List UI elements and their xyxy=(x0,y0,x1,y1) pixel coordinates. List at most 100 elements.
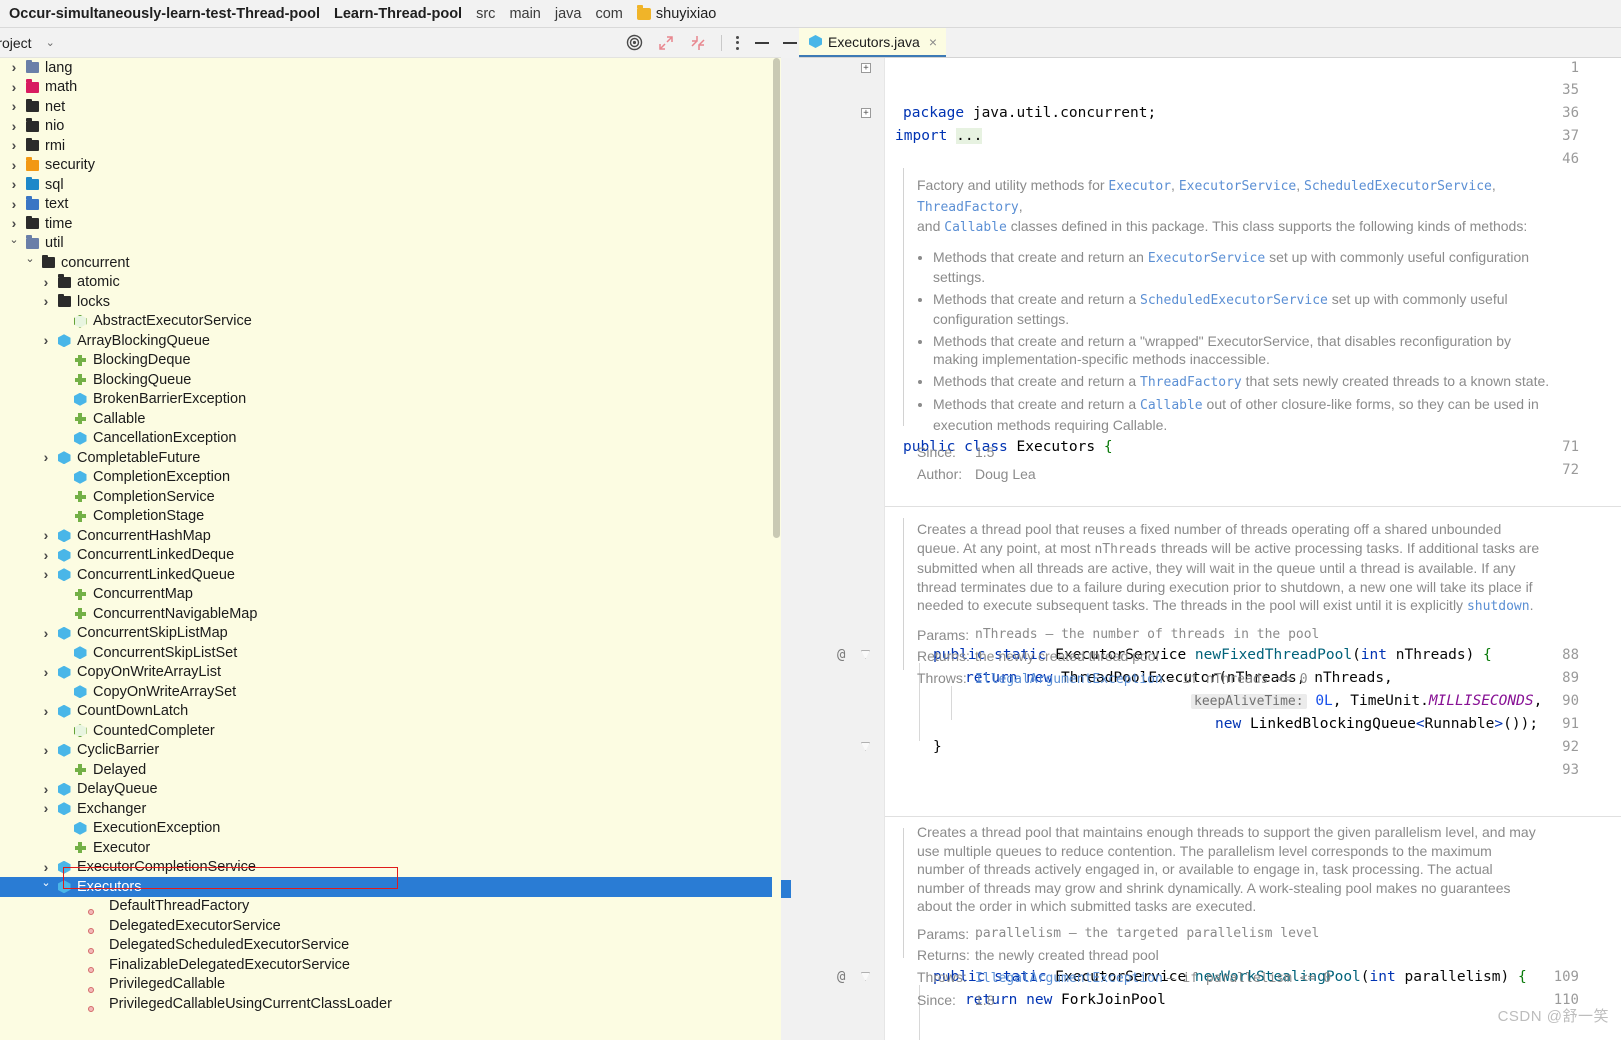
breadcrumb-item-com[interactable]: com xyxy=(588,6,629,22)
tree-item[interactable]: CancellationException xyxy=(0,429,781,449)
breadcrumb-item-project[interactable]: Occur-simultaneously-learn-test-Thread-p… xyxy=(2,6,327,22)
throws-link[interactable]: IllegalArgumentException xyxy=(975,971,1163,986)
expand-all-icon[interactable] xyxy=(657,34,675,52)
bullet-link[interactable]: Callable xyxy=(1140,398,1203,413)
chevron-down-icon[interactable]: ⌄ xyxy=(46,36,55,49)
chevron-down-icon[interactable] xyxy=(6,238,22,249)
chevron-right-icon[interactable] xyxy=(38,801,54,816)
tree-item[interactable]: ConcurrentLinkedQueue xyxy=(0,565,781,585)
breadcrumb-item-main[interactable]: main xyxy=(502,6,547,22)
chevron-right-icon[interactable] xyxy=(38,782,54,797)
tree-item[interactable]: ExecutorCompletionService xyxy=(0,858,781,878)
tree-item[interactable]: concurrent xyxy=(0,253,781,273)
tree-item[interactable]: BlockingQueue xyxy=(0,370,781,390)
bullet-link[interactable]: ThreadFactory xyxy=(1140,375,1242,390)
tree-item[interactable]: nio xyxy=(0,117,781,137)
javadoc-link-executor[interactable]: Executor xyxy=(1108,179,1171,194)
chevron-down-icon[interactable] xyxy=(38,881,54,892)
tree-item[interactable]: PrivilegedCallableUsingCurrentClassLoade… xyxy=(0,994,781,1014)
chevron-right-icon[interactable] xyxy=(38,294,54,309)
tree-item[interactable]: sql xyxy=(0,175,781,195)
tree-item[interactable]: CompletableFuture xyxy=(0,448,781,468)
tree-item[interactable]: ExecutionException xyxy=(0,819,781,839)
tree-item[interactable]: text xyxy=(0,195,781,215)
chevron-right-icon[interactable] xyxy=(38,548,54,563)
javadoc-link-scheduledexecutorservice[interactable]: ScheduledExecutorService xyxy=(1304,179,1492,194)
project-tree[interactable]: lang math net nio rmi security sql text time util… xyxy=(0,58,781,1040)
chevron-right-icon[interactable] xyxy=(38,704,54,719)
chevron-right-icon[interactable] xyxy=(6,138,22,153)
javadoc-link-executorservice[interactable]: ExecutorService xyxy=(1179,179,1296,194)
tree-item[interactable]: DelegatedExecutorService xyxy=(0,916,781,936)
chevron-right-icon[interactable] xyxy=(38,860,54,875)
tree-item[interactable]: rmi xyxy=(0,136,781,156)
tree-item[interactable]: ConcurrentNavigableMap xyxy=(0,604,781,624)
chevron-down-icon[interactable] xyxy=(22,257,38,268)
chevron-right-icon[interactable] xyxy=(6,177,22,192)
tree-item[interactable]: BrokenBarrierException xyxy=(0,390,781,410)
throws-link[interactable]: IllegalArgumentException xyxy=(975,672,1163,687)
tree-item[interactable]: DelegatedScheduledExecutorService xyxy=(0,936,781,956)
tree-item[interactable]: Callable xyxy=(0,409,781,429)
tree-item[interactable]: math xyxy=(0,78,781,98)
tree-item[interactable]: Executor xyxy=(0,838,781,858)
code-viewport[interactable]: 1 35 36 37 46 71 72 88 89 90 91 92 93 10… xyxy=(781,58,1621,1040)
tree-item[interactable]: DefaultThreadFactory xyxy=(0,897,781,917)
tree-item[interactable]: ConcurrentMap xyxy=(0,585,781,605)
target-icon[interactable] xyxy=(625,34,643,52)
javadoc-link-callable[interactable]: Callable xyxy=(944,220,1007,235)
chevron-right-icon[interactable] xyxy=(6,119,22,134)
tree-item[interactable]: lang xyxy=(0,58,781,78)
tree-item-selected[interactable]: Executors xyxy=(0,877,781,897)
collapse-all-icon[interactable] xyxy=(689,34,707,52)
tree-item[interactable]: CopyOnWriteArraySet xyxy=(0,682,781,702)
bullet-link[interactable]: ExecutorService xyxy=(1148,251,1265,266)
bullet-link[interactable]: ScheduledExecutorService xyxy=(1140,293,1328,308)
breadcrumb-item-shuyixiao[interactable]: shuyixiao xyxy=(630,4,723,22)
tree-item[interactable]: ArrayBlockingQueue xyxy=(0,331,781,351)
breadcrumb-item-src[interactable]: src xyxy=(469,6,502,22)
chevron-right-icon[interactable] xyxy=(6,99,22,114)
tree-item[interactable]: ConcurrentLinkedDeque xyxy=(0,546,781,566)
tree-item[interactable]: DelayQueue xyxy=(0,780,781,800)
fold-expand-icon[interactable]: + xyxy=(861,63,871,73)
tree-item[interactable]: security xyxy=(0,156,781,176)
chevron-right-icon[interactable] xyxy=(38,450,54,465)
tree-item[interactable]: ConcurrentSkipListSet xyxy=(0,643,781,663)
tree-item[interactable]: FinalizableDelegatedExecutorService xyxy=(0,955,781,975)
tree-item[interactable]: PrivilegedCallable xyxy=(0,975,781,995)
tree-item[interactable]: CountedCompleter xyxy=(0,721,781,741)
import-folded[interactable]: ... xyxy=(956,128,983,144)
chevron-right-icon[interactable] xyxy=(6,158,22,173)
project-toolwindow-title[interactable]: Project xyxy=(0,35,32,51)
chevron-right-icon[interactable] xyxy=(38,665,54,680)
close-icon[interactable]: × xyxy=(929,34,937,50)
chevron-right-icon[interactable] xyxy=(38,528,54,543)
tree-item[interactable]: atomic xyxy=(0,273,781,293)
tree-item[interactable]: ConcurrentSkipListMap xyxy=(0,624,781,644)
editor-gutter[interactable] xyxy=(781,58,885,1040)
tree-item[interactable]: CompletionException xyxy=(0,468,781,488)
tree-item[interactable]: CountDownLatch xyxy=(0,702,781,722)
tree-item[interactable]: CyclicBarrier xyxy=(0,741,781,761)
tab-executors-java[interactable]: Executors.java × xyxy=(799,28,947,57)
chevron-right-icon[interactable] xyxy=(38,626,54,641)
tree-item[interactable]: CopyOnWriteArrayList xyxy=(0,663,781,683)
breadcrumb-item-module[interactable]: Learn-Thread-pool xyxy=(327,6,469,22)
tree-item[interactable]: util xyxy=(0,234,781,254)
override-marker[interactable]: @ xyxy=(837,969,845,985)
chevron-right-icon[interactable] xyxy=(6,197,22,212)
tree-scrollbar[interactable] xyxy=(772,58,781,1040)
fold-expand-icon[interactable]: + xyxy=(861,108,871,118)
chevron-right-icon[interactable] xyxy=(38,567,54,582)
chevron-right-icon[interactable] xyxy=(6,60,22,75)
tree-item[interactable]: locks xyxy=(0,292,781,312)
breadcrumb-item-java[interactable]: java xyxy=(548,6,589,22)
tree-item[interactable]: BlockingDeque xyxy=(0,351,781,371)
chevron-right-icon[interactable] xyxy=(6,216,22,231)
hide-toolwindow-icon[interactable] xyxy=(753,34,771,52)
hide-editor-icon[interactable] xyxy=(781,28,799,58)
tree-scrollbar-thumb[interactable] xyxy=(773,58,780,538)
tree-item[interactable]: CompletionStage xyxy=(0,507,781,527)
chevron-right-icon[interactable] xyxy=(38,743,54,758)
